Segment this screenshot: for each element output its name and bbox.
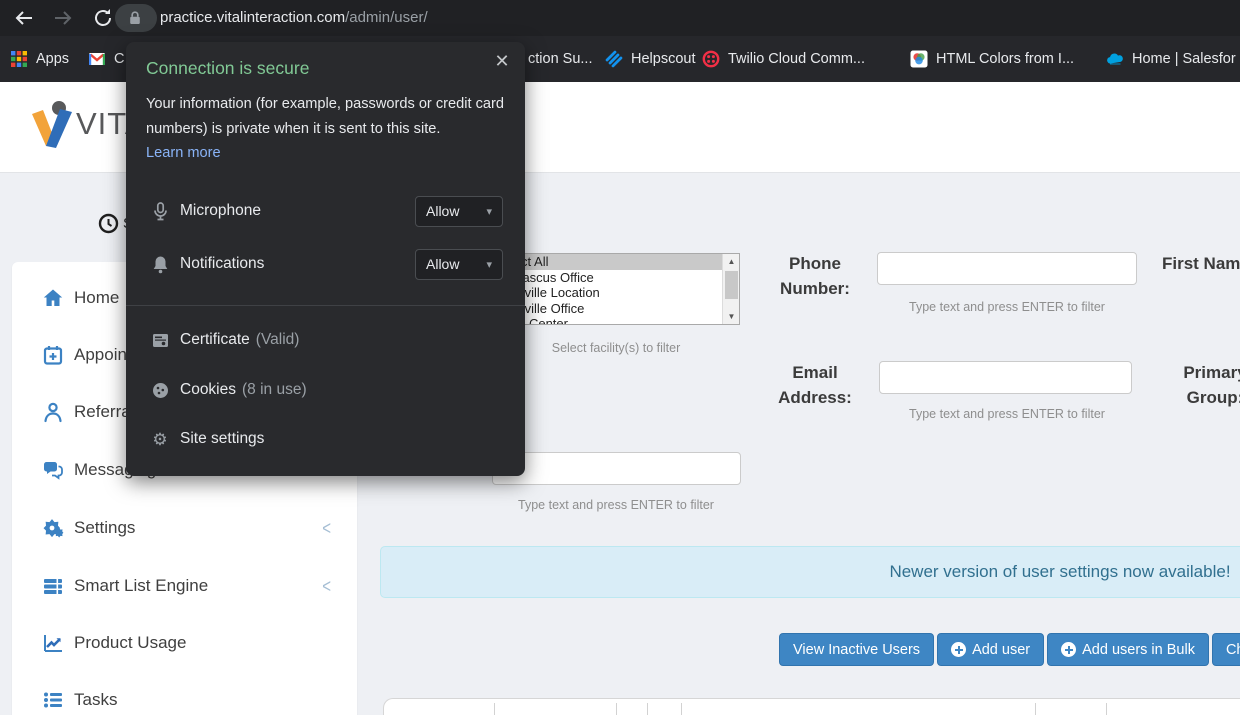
certificate-row[interactable]: Certificate (Valid) [126,323,525,357]
screen: VITAL S Home Appointments [0,0,1240,715]
facility-multiselect[interactable]: Select All Damascus Office Rockville Loc… [490,253,740,325]
stacked-bars-icon [40,575,66,597]
chart-line-icon [40,632,66,654]
forward-icon[interactable] [52,7,74,29]
users-table-top [383,698,1240,715]
vital-logo-icon [26,98,78,154]
bookmark-apps[interactable]: Apps [10,36,69,82]
close-icon[interactable]: ✕ [493,52,511,70]
chat-bubbles-icon [40,459,66,481]
add-users-in-bulk-button[interactable]: Add users in Bulk [1047,633,1209,666]
facility-option[interactable]: Rockville Office [491,301,739,317]
facility-option[interactable]: Rockville Location [491,285,739,301]
phone-number-label: Phone Number: [766,251,864,301]
add-user-button[interactable]: Add user [937,633,1044,666]
email-address-input[interactable] [879,361,1132,394]
cookie-icon [150,382,170,399]
refresh-icon[interactable] [92,7,114,29]
calendar-plus-icon [40,344,66,366]
microphone-allow-select[interactable]: Allow ▾ [415,196,503,227]
url-host: practice.vitalinteraction.com [160,9,345,26]
cookies-row[interactable]: Cookies (8 in use) [126,373,525,407]
third-filter-input[interactable] [492,452,741,485]
browser-toolbar: practice.vitalinteraction.com/admin/user… [0,0,1240,36]
facility-option[interactable]: Nose Center [491,316,739,325]
email-helper: Type text and press ENTER to filter [877,407,1137,421]
scrollbar-thumb[interactable] [725,271,738,299]
permission-row-microphone: Microphone Allow ▾ [126,194,525,228]
gear-icon: ⚙ [150,431,170,448]
truncated-button[interactable]: Cha [1212,633,1240,666]
facility-helper: Select facility(s) to filter [492,341,740,355]
view-inactive-users-button[interactable]: View Inactive Users [779,633,934,666]
person-icon [40,401,66,423]
connection-secure-panel: ✕ Connection is secure Your information … [126,42,525,476]
facility-option[interactable]: Damascus Office [491,270,739,286]
certificate-icon [150,332,170,349]
panel-body-text: Your information (for example, passwords… [146,92,506,142]
twilio-icon [702,50,720,68]
bookmark-gmail[interactable]: C [88,36,124,82]
address-bar[interactable]: practice.vitalinteraction.com/admin/user… [160,0,428,36]
chevron-down-icon: ▾ [486,205,492,218]
bookmark-html-colors[interactable]: HTML Colors from I... [910,36,1074,82]
home-icon [40,287,66,309]
listbox-scrollbar[interactable]: ▲ ▼ [722,254,739,324]
sidebar-item-tasks[interactable]: Tasks [12,685,357,715]
lock-icon[interactable] [127,10,143,26]
clock-icon [98,213,119,234]
panel-title: Connection is secure [146,58,309,79]
bookmark-salesforce[interactable]: Home | Salesfor [1106,36,1236,82]
chevron-left-icon: < [322,575,331,597]
salesforce-cloud-icon [1106,50,1124,68]
url-path: /admin/user/ [345,9,428,26]
apps-grid-icon [10,50,28,68]
sidebar-item-smart-list-engine[interactable]: Smart List Engine < [12,571,357,601]
bell-icon [150,255,170,274]
gears-icon [40,517,66,539]
first-name-label: First Name: [1162,251,1240,276]
list-icon [40,689,66,711]
panel-separator [126,305,525,306]
scroll-up-icon[interactable]: ▲ [723,254,740,269]
info-alert: Newer version of user settings now avail… [380,546,1240,598]
phone-number-input[interactable] [877,252,1137,285]
plus-circle-icon [951,642,966,657]
facility-option-select-all[interactable]: Select All [491,254,739,270]
sidebar-item-product-usage[interactable]: Product Usage [12,628,357,658]
site-settings-row[interactable]: ⚙ Site settings [126,422,525,456]
gmail-icon [88,50,106,68]
action-buttons: View Inactive Users Add user Add users i… [779,633,1240,666]
sidebar-item-settings[interactable]: Settings < [12,513,357,543]
microphone-icon [150,202,170,221]
email-address-label: Email Address: [766,360,864,410]
chevron-left-icon: < [322,517,331,539]
bookmark-helpscout[interactable]: Helpscout [605,36,695,82]
chevron-down-icon: ▾ [486,258,492,271]
bookmark-truncated[interactable]: ction Su... [528,36,592,82]
third-filter-helper: Type text and press ENTER to filter [492,498,740,512]
alert-text: Newer version of user settings now avail… [889,562,1230,582]
color-wheel-icon [910,50,928,68]
back-icon[interactable] [13,7,35,29]
bookmark-twilio[interactable]: Twilio Cloud Comm... [702,36,865,82]
notifications-allow-select[interactable]: Allow ▾ [415,249,503,280]
primary-group-label: Primary Group: [1165,360,1240,410]
helpscout-icon [605,50,623,68]
learn-more-link[interactable]: Learn more [146,145,221,161]
scroll-down-icon[interactable]: ▼ [723,309,740,324]
plus-circle-icon [1061,642,1076,657]
permission-row-notifications: Notifications Allow ▾ [126,247,525,281]
phone-helper: Type text and press ENTER to filter [877,300,1137,314]
